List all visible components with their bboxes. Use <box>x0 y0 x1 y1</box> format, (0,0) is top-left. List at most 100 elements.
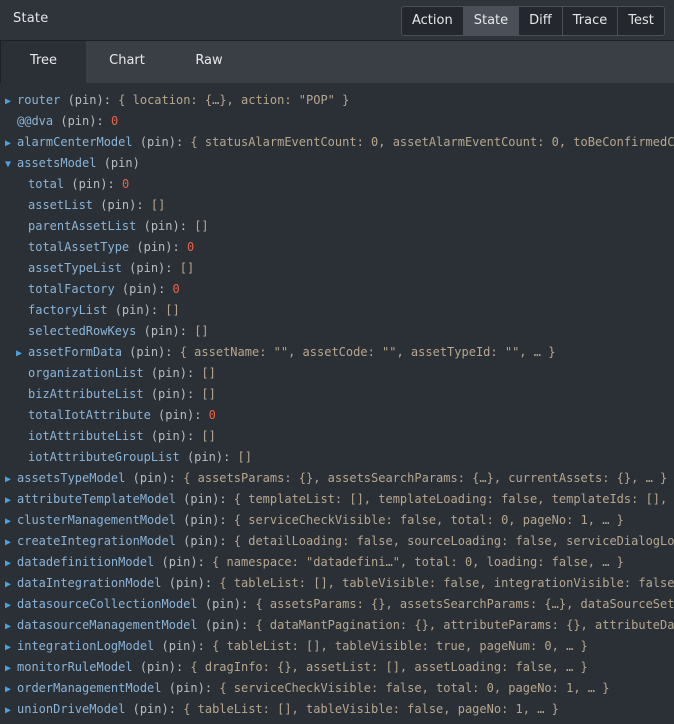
tree-pin-label[interactable]: (pin) <box>198 597 241 611</box>
tree-pin-label[interactable]: (pin) <box>176 492 219 506</box>
tree-pin-label[interactable]: (pin) <box>60 93 104 107</box>
mode-button-test[interactable]: Test <box>618 7 664 35</box>
tree-pin-label[interactable]: (pin) <box>176 534 219 548</box>
mode-button-action[interactable]: Action <box>402 7 464 35</box>
tree-row[interactable]: ▶ datadefinitionModel (pin): { namespace:… <box>5 552 624 573</box>
tree-separator: : <box>219 534 234 548</box>
mode-button-state[interactable]: State <box>463 7 520 35</box>
expand-arrow-icon[interactable]: ▶ <box>5 511 17 532</box>
expand-arrow-icon[interactable]: ▶ <box>5 91 17 112</box>
tree-key: iotAttributeList <box>28 429 144 443</box>
expand-arrow-icon[interactable]: ▶ <box>5 637 17 658</box>
tree-pin-label[interactable]: (pin) <box>129 240 172 254</box>
mode-button-diff[interactable]: Diff <box>519 7 563 35</box>
tree-value: 0 <box>172 282 180 296</box>
tree-row: totalAssetType (pin): 0 <box>28 237 194 258</box>
tree-key: unionDriveModel <box>17 702 126 716</box>
tab-raw[interactable]: Raw <box>168 41 250 83</box>
tree-pin-label[interactable]: (pin) <box>122 261 165 275</box>
tree-key: totalFactory <box>28 282 115 296</box>
tree-value: { statusAlarmEventCount: 0, assetAlarmEv… <box>190 135 674 149</box>
tree-separator: : <box>219 513 234 527</box>
expand-arrow-icon[interactable]: ▶ <box>5 532 17 553</box>
tree-key: assetsTypeModel <box>17 471 126 485</box>
expand-arrow-icon[interactable]: ▶ <box>5 553 17 574</box>
tree-pin-label[interactable]: (pin) <box>107 303 151 317</box>
tree-key: orderManagementModel <box>17 681 162 695</box>
tree-value: 0 <box>186 240 195 254</box>
tree-separator: : <box>194 408 209 422</box>
tree-row[interactable]: ▶ attributeTemplateModel (pin): { templat… <box>5 489 674 510</box>
expand-arrow-icon[interactable]: ▶ <box>5 595 17 616</box>
tree-pin-label[interactable]: (pin) <box>144 387 187 401</box>
tree-pin-label[interactable]: (pin) <box>151 408 194 422</box>
collapse-arrow-icon[interactable]: ▼ <box>5 154 17 175</box>
tree-separator: : <box>197 555 213 569</box>
expand-arrow-icon[interactable]: ▶ <box>16 343 28 364</box>
tree-row[interactable]: ▶ router (pin): { location: {…}, action: … <box>5 90 349 111</box>
tree-separator: : <box>175 135 191 149</box>
expand-arrow-icon[interactable]: ▶ <box>5 133 17 154</box>
tree-row[interactable]: ▶ dataIntegrationModel (pin): { tableList… <box>5 573 674 594</box>
tree-row[interactable]: ▶ clusterManagementModel (pin): { service… <box>5 510 624 531</box>
tree-value: { templateList: [], templateLoading: fal… <box>233 492 674 506</box>
tree-row[interactable]: ▶ datasourceCollectionModel (pin): { asse… <box>5 594 674 615</box>
tree-value: { tableList: [], tableVisible: true, pag… <box>212 639 588 653</box>
expand-arrow-icon[interactable]: ▶ <box>5 700 17 721</box>
tree-pin-label[interactable]: (pin) <box>96 156 140 170</box>
tree-row[interactable]: ▶ integrationLogModel (pin): { tableList:… <box>5 636 588 657</box>
tree-pin-label[interactable]: (pin) <box>154 639 198 653</box>
mode-button-trace[interactable]: Trace <box>563 7 619 35</box>
tree-pin-label[interactable]: (pin) <box>133 135 176 149</box>
monitor-header: State Action State Diff Trace Test <box>0 0 674 41</box>
tab-tree[interactable]: Tree <box>0 41 86 83</box>
tree-row[interactable]: ▶ alarmCenterModel (pin): { statusAlarmEv… <box>5 132 674 153</box>
tab-chart[interactable]: Chart <box>86 41 168 83</box>
tree-row[interactable]: ▶ datasourceManagementModel (pin): { data… <box>5 615 674 636</box>
tree-row[interactable]: ▶ createIntegrationModel (pin): { detailL… <box>5 531 674 552</box>
tree-pin-label[interactable]: (pin) <box>176 513 219 527</box>
tree-row: assetList (pin): [] <box>28 195 165 216</box>
tree-value: { serviceCheckVisible: false, total: 0, … <box>233 513 624 527</box>
tree-pin-label[interactable]: (pin) <box>64 177 107 191</box>
tree-pin-label[interactable]: (pin) <box>136 219 180 233</box>
tree-pin-label[interactable]: (pin) <box>144 429 187 443</box>
tree-pin-label[interactable]: (pin) <box>162 576 205 590</box>
tree-pin-label[interactable]: (pin) <box>136 324 180 338</box>
tree-row[interactable]: ▶ assetsTypeModel (pin): { assetsParams: … <box>5 468 667 489</box>
tree-pin-label[interactable]: (pin) <box>162 681 205 695</box>
tree-pin-label[interactable]: (pin) <box>93 198 136 212</box>
tree-pin-label[interactable]: (pin) <box>122 345 165 359</box>
tree-pin-label[interactable]: (pin) <box>125 702 169 716</box>
tree-key: datasourceCollectionModel <box>17 597 198 611</box>
tree-row[interactable]: ▶ assetFormData (pin): { assetName: "", a… <box>16 342 555 363</box>
tree-key: factoryList <box>28 303 108 317</box>
tree-pin-label[interactable]: (pin) <box>154 555 198 569</box>
tree-pin-label[interactable]: (pin) <box>125 471 169 485</box>
tree-separator: : <box>136 198 151 212</box>
tree-row[interactable]: ▶ orderManagementModel (pin): { serviceCh… <box>5 678 609 699</box>
expand-arrow-icon[interactable]: ▶ <box>5 679 17 700</box>
tree-row[interactable]: ▶ monitorRuleModel (pin): { dragInfo: {},… <box>5 657 588 678</box>
expand-arrow-icon[interactable]: ▶ <box>5 574 17 595</box>
tree-row[interactable]: ▼ assetsModel (pin) <box>5 153 140 174</box>
expand-arrow-icon[interactable]: ▶ <box>5 469 17 490</box>
tree-pin-label[interactable]: (pin) <box>133 660 176 674</box>
expand-arrow-icon[interactable]: ▶ <box>5 616 17 637</box>
tree-key: parentAssetList <box>28 219 137 233</box>
tree-separator: : <box>186 387 202 401</box>
expand-arrow-icon[interactable]: ▶ <box>5 658 17 679</box>
expand-arrow-icon[interactable]: ▶ <box>5 490 17 511</box>
tree-value: [] <box>201 366 216 380</box>
tree-pin-label[interactable]: (pin) <box>115 282 158 296</box>
tree-value: [] <box>194 324 209 338</box>
tree-key: createIntegrationModel <box>17 534 176 548</box>
tree-value: [] <box>194 219 209 233</box>
tree-pin-label[interactable]: (pin) <box>144 366 187 380</box>
tree-pin-label[interactable]: (pin) <box>180 450 223 464</box>
tree-row: totalIotAttribute (pin): 0 <box>28 405 216 426</box>
tree-pin-label[interactable]: (pin) <box>53 114 96 128</box>
tree-row: iotAttributeList (pin): [] <box>28 426 216 447</box>
tree-row[interactable]: ▶ unionDriveModel (pin): { tableList: [],… <box>5 699 559 720</box>
tree-pin-label[interactable]: (pin) <box>198 618 241 632</box>
